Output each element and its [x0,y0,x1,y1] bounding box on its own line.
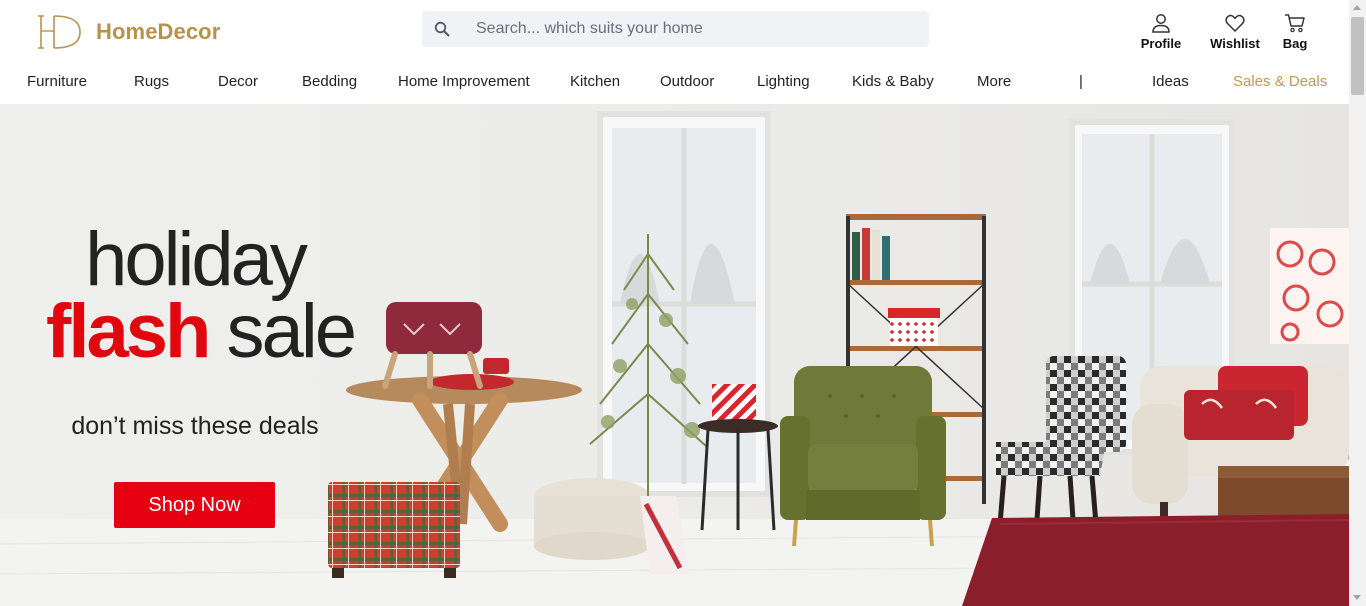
nav-separator: | [1079,73,1083,90]
nav-furniture[interactable]: Furniture [27,73,87,90]
search-icon[interactable] [434,21,450,37]
headline-flash: flash [46,289,211,374]
profile-label: Profile [1140,36,1182,51]
headline-flash-sale: flash sale [10,294,390,370]
shopping-cart-icon [1285,14,1305,33]
site-header: HomeDecor Profile Wishlist [0,0,1349,104]
nav-outdoor[interactable]: Outdoor [660,73,714,90]
headline-holiday: holiday [85,217,308,302]
hero-headline: holiday flash sale [0,222,390,370]
hero-banner: holiday flash sale don’t miss these deal… [0,104,1349,606]
search-bar [422,11,929,47]
page-scrollbar[interactable] [1349,0,1366,606]
search-input[interactable] [476,20,896,38]
brand-name: HomeDecor [96,19,221,44]
bag-button[interactable]: Bag [1278,12,1312,51]
scrollbar-thumb[interactable] [1351,17,1364,95]
bag-label: Bag [1282,36,1308,51]
nav-sales-deals[interactable]: Sales & Deals [1233,73,1327,90]
nav-rugs[interactable]: Rugs [134,73,169,90]
hero-subtitle: don’t miss these deals [71,412,319,440]
nav-more[interactable]: More [977,73,1011,90]
nav-home-improvement[interactable]: Home Improvement [398,73,530,90]
nav-kitchen[interactable]: Kitchen [570,73,620,90]
heart-icon [1225,14,1245,32]
category-nav: Furniture Rugs Decor Bedding Home Improv… [0,62,1349,102]
monogram-logo-icon [38,15,81,49]
headline-sale: sale [226,289,357,374]
nav-kids-baby[interactable]: Kids & Baby [852,73,934,90]
scroll-down-arrow-icon[interactable] [1353,595,1361,600]
shop-now-button[interactable]: Shop Now [114,482,275,528]
user-icon [1152,14,1170,33]
wishlist-label: Wishlist [1210,36,1260,51]
nav-bedding[interactable]: Bedding [302,73,357,90]
wishlist-button[interactable]: Wishlist [1204,12,1266,51]
scroll-up-arrow-icon[interactable] [1353,5,1361,10]
nav-decor[interactable]: Decor [218,73,258,90]
profile-button[interactable]: Profile [1132,12,1190,51]
nav-ideas[interactable]: Ideas [1152,73,1189,90]
brand-logo[interactable]: HomeDecor [38,13,220,51]
nav-lighting[interactable]: Lighting [757,73,810,90]
